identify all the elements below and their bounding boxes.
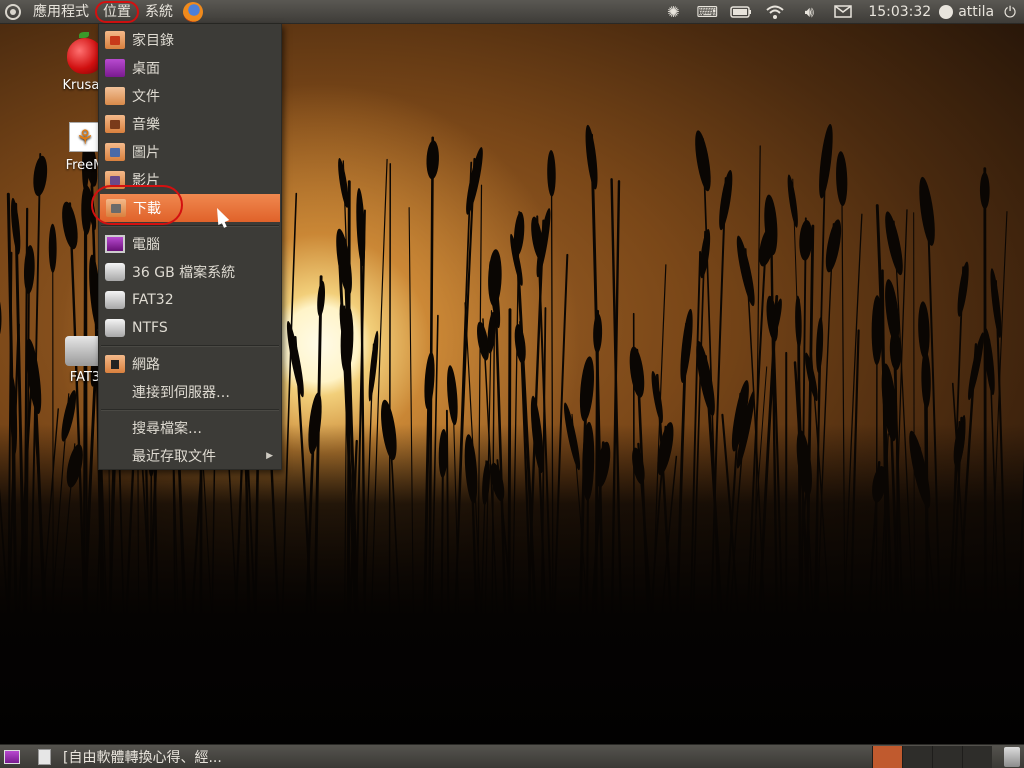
- submenu-arrow-icon: ▶: [266, 451, 273, 461]
- menu-item-label: 36 GB 檔案系統: [132, 265, 236, 281]
- system-tray: ✺ ⌨ 🔊︎ 15:03:32 attila ⏻: [656, 0, 1024, 24]
- trash-icon[interactable]: [1004, 746, 1020, 767]
- documents-folder-icon: [105, 87, 125, 105]
- computer-icon: [105, 235, 125, 253]
- menu-item-label: 下載: [133, 201, 161, 217]
- menu-item-label: 家目錄: [132, 33, 174, 49]
- workspace-4[interactable]: [962, 745, 992, 768]
- menu-item-label: 影片: [132, 173, 160, 189]
- clock[interactable]: 15:03:32: [868, 4, 931, 20]
- firefox-launcher-icon[interactable]: [183, 1, 203, 22]
- desktop-icon-label: FAT3: [69, 370, 101, 385]
- menu-item-label: 連接到伺服器…: [132, 385, 230, 401]
- network-icon: [105, 355, 125, 373]
- workspace-2[interactable]: [902, 745, 932, 768]
- places-menu: 家目錄 桌面 文件 音樂 圖片 影片 下載 電腦 36 GB 檔案系統 FAT3…: [91, 24, 282, 470]
- home-folder-icon: [105, 31, 125, 49]
- menu-item-videos[interactable]: 影片: [99, 166, 281, 194]
- menu-item-label: 最近存取文件: [132, 449, 216, 465]
- music-folder-icon: [105, 115, 125, 133]
- menu-separator: [101, 345, 279, 347]
- menu-item-label: 音樂: [132, 117, 160, 133]
- menu-item-network[interactable]: 網路: [99, 350, 281, 378]
- menu-separator: [101, 409, 279, 411]
- document-icon: [38, 748, 51, 765]
- battery-icon[interactable]: [730, 1, 752, 23]
- workspace-1[interactable]: [872, 745, 902, 768]
- downloads-folder-icon: [106, 199, 126, 217]
- desktop-folder-icon: [105, 59, 125, 77]
- menu-item-label: 文件: [132, 89, 160, 105]
- user-menu[interactable]: attila: [939, 4, 994, 20]
- menu-item-filesystem[interactable]: 36 GB 檔案系統: [99, 258, 281, 286]
- mail-icon[interactable]: [832, 1, 854, 23]
- harddisk-icon: [105, 319, 125, 337]
- workspace-switcher: [872, 745, 992, 768]
- taskbar-window-button[interactable]: [自由軟體轉換心得、經...: [38, 747, 222, 767]
- harddisk-icon: [105, 263, 125, 281]
- ground-shadow: [0, 424, 1024, 744]
- menu-item-music[interactable]: 音樂: [99, 110, 281, 138]
- menu-item-label: 圖片: [132, 145, 160, 161]
- menu-item-fat32[interactable]: FAT32: [99, 286, 281, 314]
- harddisk-icon: [105, 291, 125, 309]
- user-name: attila: [958, 3, 995, 20]
- menu-item-recent-documents[interactable]: 最近存取文件 ▶: [99, 442, 281, 470]
- menu-item-computer[interactable]: 電腦: [99, 230, 281, 258]
- top-panel: 應用程式 位置 系統 ✺ ⌨ 🔊︎ 15:03:32 attila ⏻: [0, 0, 1024, 24]
- videos-folder-icon: [105, 171, 125, 189]
- menu-item-desktop[interactable]: 桌面: [99, 54, 281, 82]
- sync-icon[interactable]: ✺: [662, 1, 684, 23]
- menu-separator: [101, 225, 279, 227]
- menu-item-home[interactable]: 家目錄: [99, 26, 281, 54]
- menu-item-search-files[interactable]: 搜尋檔案…: [99, 414, 281, 442]
- keyboard-icon[interactable]: ⌨: [696, 1, 718, 23]
- menu-item-label: 搜尋檔案…: [132, 421, 202, 437]
- menu-item-connect-server[interactable]: 連接到伺服器…: [99, 378, 281, 406]
- ubuntu-logo-icon[interactable]: [5, 3, 21, 20]
- menu-places[interactable]: 位置: [95, 0, 139, 23]
- user-icon: [939, 4, 954, 19]
- butterfly-icon: ⚘: [69, 122, 101, 152]
- workspace-3[interactable]: [932, 745, 962, 768]
- show-desktop-icon[interactable]: [4, 749, 20, 764]
- wifi-icon[interactable]: [764, 1, 786, 23]
- bottom-panel: [自由軟體轉換心得、經...: [0, 744, 1024, 768]
- menu-item-pictures[interactable]: 圖片: [99, 138, 281, 166]
- menu-item-ntfs[interactable]: NTFS: [99, 314, 281, 342]
- menu-applications[interactable]: 應用程式: [29, 1, 93, 23]
- menu-item-downloads[interactable]: 下載: [91, 185, 280, 225]
- menu-system[interactable]: 系統: [141, 1, 177, 23]
- menu-item-label: 桌面: [132, 61, 160, 77]
- menu-item-label: 電腦: [132, 237, 160, 253]
- pictures-folder-icon: [105, 143, 125, 161]
- power-icon[interactable]: ⏻: [1004, 3, 1016, 21]
- taskbar-window-title: [自由軟體轉換心得、經...: [63, 749, 222, 766]
- volume-icon[interactable]: 🔊︎: [798, 1, 820, 23]
- menu-item-label: FAT32: [132, 292, 174, 308]
- menu-item-label: NTFS: [132, 320, 168, 336]
- menu-item-documents[interactable]: 文件: [99, 82, 281, 110]
- menu-item-label: 網路: [132, 357, 160, 373]
